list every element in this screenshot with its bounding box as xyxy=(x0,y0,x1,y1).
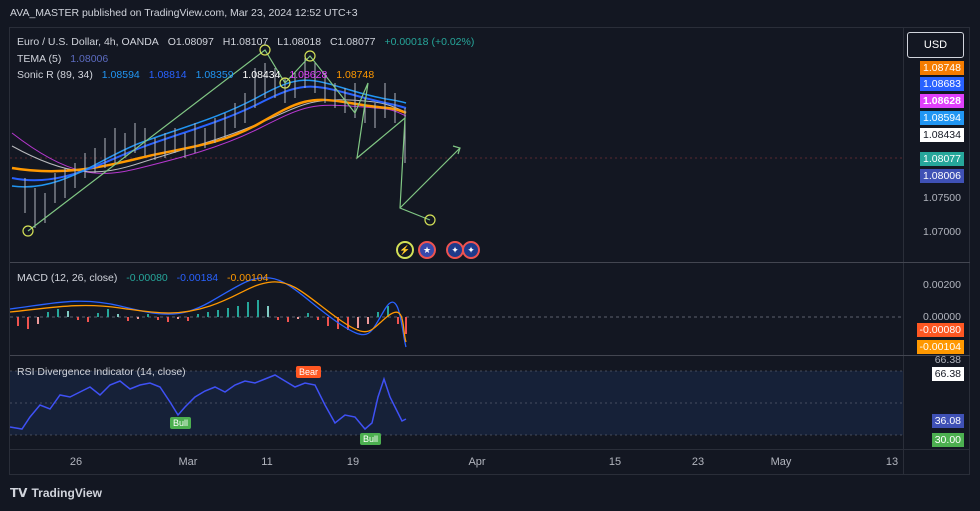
tema-legend[interactable]: TEMA (5) 1.08006 xyxy=(17,53,114,65)
time-axis-divider xyxy=(10,449,970,450)
sonic-ema-line-2 xyxy=(11,99,407,173)
tema-label[interactable]: TEMA (5) xyxy=(17,53,61,65)
time-tick-3: 11 xyxy=(261,456,273,468)
pane-separator-macd[interactable] xyxy=(10,262,970,263)
price-tick-2: 1.07000 xyxy=(923,226,961,238)
close-value: C1.08077 xyxy=(329,36,376,48)
sonic-blue-band xyxy=(11,85,407,182)
price-pane[interactable]: ⚡ ★ ✦ ✦ xyxy=(10,28,903,262)
macd-tick-1: 0.00200 xyxy=(923,279,961,291)
change-value: +0.00018 (+0.02%) xyxy=(384,36,475,48)
price-label-sonic-white: 1.08434 xyxy=(920,128,964,142)
sonic-value-5: 1.08628 xyxy=(289,69,328,81)
time-tick-2: Mar xyxy=(178,456,198,468)
macd-label-value: -0.00080 xyxy=(916,323,964,337)
price-label-sonic-blue: 1.08683 xyxy=(920,77,964,91)
macd-value-1: -0.00080 xyxy=(126,272,168,284)
publish-info: AVA_MASTER published on TradingView.com,… xyxy=(10,7,358,19)
time-tick-4: 19 xyxy=(346,456,360,468)
time-tick-6: 15 xyxy=(608,456,622,468)
time-tick-9: 13 xyxy=(885,456,899,468)
tradingview-logo[interactable]: 𝗧𝗩 TradingView xyxy=(10,486,102,500)
macd-value-3: -0.00104 xyxy=(227,272,269,284)
time-tick-5: Apr xyxy=(468,456,486,468)
rsi-legend[interactable]: RSI Divergence Indicator (14, close) xyxy=(17,366,192,378)
symbol-label[interactable]: Euro / U.S. Dollar, 4h, OANDA xyxy=(17,36,159,48)
price-tick-1: 1.07500 xyxy=(923,192,961,204)
price-label-tema: 1.08006 xyxy=(920,169,964,183)
rsi-axis[interactable]: 66.38 66.38 36.08 30.00 xyxy=(904,354,970,449)
price-label-sonic-orange: 1.08748 xyxy=(920,61,964,75)
price-label-sonic-magenta: 1.08628 xyxy=(920,94,964,108)
pane-separator-rsi[interactable] xyxy=(10,355,970,356)
macd-legend[interactable]: MACD (12, 26, close) -0.00080 -0.00184 -… xyxy=(17,272,275,284)
tv-logo-icon: 𝗧𝗩 xyxy=(10,486,28,500)
macd-axis[interactable]: 0.00200 0.00000 -0.00080 -0.00104 xyxy=(904,264,970,355)
eu-flag-event-icon[interactable]: ★ xyxy=(418,241,436,259)
time-tick-8: May xyxy=(770,456,792,468)
sonic-label[interactable]: Sonic R (89, 34) xyxy=(17,69,93,81)
time-axis[interactable]: 26 Mar 11 19 Apr 15 23 May 13 xyxy=(10,451,903,473)
time-tick-7: 23 xyxy=(691,456,705,468)
macd-signal-line xyxy=(9,281,407,343)
sonic-value-6: 1.08748 xyxy=(336,69,375,81)
price-chart-svg[interactable] xyxy=(10,28,903,262)
sonic-legend[interactable]: Sonic R (89, 34) 1.08594 1.08814 1.08359… xyxy=(17,69,380,81)
macd-value-2: -0.00184 xyxy=(176,272,219,284)
rsi-label[interactable]: RSI Divergence Indicator (14, close) xyxy=(17,366,186,378)
rsi-bull-badge-1: Bull xyxy=(170,417,192,429)
time-tick-1: 26 xyxy=(69,456,83,468)
rsi-tick-upper: 66.38 xyxy=(934,354,961,366)
sonic-value-3: 1.08359 xyxy=(195,69,234,81)
high-value: H1.08107 xyxy=(222,36,269,48)
main-legend-line1[interactable]: Euro / U.S. Dollar, 4h, OANDA O1.08097 H… xyxy=(17,36,480,48)
price-axis[interactable]: 1.08748 1.08683 1.08628 1.08594 1.08434 … xyxy=(904,28,970,262)
price-label-sonic-light-blue: 1.08594 xyxy=(920,111,964,125)
rsi-label-lower: 30.00 xyxy=(931,433,964,447)
rsi-bull-badge-2: Bull xyxy=(360,433,382,445)
candlesticks xyxy=(24,58,406,228)
price-label-current: 1.08077 xyxy=(920,152,964,166)
sonic-value-4: 1.08434 xyxy=(242,69,281,81)
sonic-value-2: 1.08814 xyxy=(148,69,187,81)
macd-tick-2: 0.00000 xyxy=(923,311,961,323)
sonic-value-1: 1.08594 xyxy=(101,69,140,81)
rsi-label-value: 66.38 xyxy=(931,367,964,381)
rsi-label-current: 36.08 xyxy=(931,414,964,428)
lightning-event-icon[interactable]: ⚡ xyxy=(396,241,414,259)
tv-logo-text: TradingView xyxy=(31,486,102,500)
sonic-orange-band xyxy=(11,98,407,173)
open-value: O1.08097 xyxy=(167,36,214,48)
tema-value: 1.08006 xyxy=(70,53,109,65)
rsi-bear-badge: Bear xyxy=(296,366,322,378)
low-value: L1.08018 xyxy=(277,36,322,48)
us-flag-event-icon-2[interactable]: ✦ xyxy=(462,241,480,259)
macd-label-signal: -0.00104 xyxy=(916,340,964,354)
macd-label[interactable]: MACD (12, 26, close) xyxy=(17,272,117,284)
sonic-ema-line-1 xyxy=(11,104,407,174)
